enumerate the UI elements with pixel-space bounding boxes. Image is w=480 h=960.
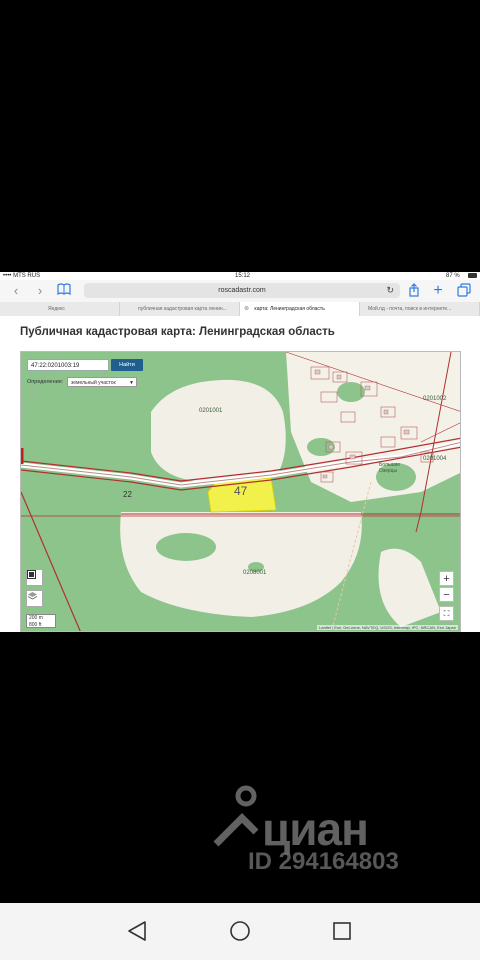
page-title: Публичная кадастровая карта: Ленинградск… [20, 326, 335, 338]
status-bar: •••• MTS RUS 15:12 87 % [0, 272, 480, 280]
zoom-out-button[interactable]: − [439, 587, 454, 602]
tab-label: публичная кадастровая карта ленин... [138, 306, 227, 312]
search-button[interactable]: Найти [111, 359, 143, 371]
new-tab-icon[interactable]: + [430, 283, 446, 299]
battery-text: 87 % [446, 273, 460, 279]
cadastral-map[interactable]: 0201001 0201002 0201004 0208001 22 Больш… [20, 351, 461, 632]
tabs-icon[interactable] [456, 283, 472, 299]
address-bar[interactable]: roscadastr.com ↻ [84, 283, 400, 298]
quarter-label: 0201002 [423, 396, 447, 402]
url-text: roscadastr.com [218, 287, 266, 294]
back-triangle-icon[interactable] [124, 917, 152, 945]
tab-yandex[interactable]: Яндекс [0, 302, 120, 316]
close-tab-icon[interactable]: ⊗ [244, 306, 249, 312]
bookmarks-icon[interactable] [56, 283, 72, 299]
android-navigation-bar [0, 903, 480, 960]
village-label: Большие Озерцы [379, 462, 401, 474]
zoom-in-button[interactable]: + [439, 571, 454, 586]
define-select-value: земельный участок [71, 380, 116, 386]
define-label: Определение: [27, 379, 64, 385]
quarter-label: 0208001 [243, 570, 267, 576]
browser-toolbar: ‹ › roscadastr.com ↻ + [0, 280, 480, 303]
chevron-down-icon: ▼ [129, 380, 134, 386]
scale-top-text: 200 m [29, 615, 43, 621]
tab-mail[interactable]: Мой.пд - почта, поиск в интернете... [360, 302, 480, 316]
back-icon[interactable]: ‹ [8, 283, 24, 299]
web-page: Публичная кадастровая карта: Ленинградск… [0, 316, 480, 632]
scale-bar: 200 m 800 ft [26, 614, 56, 628]
cadastral-search-input[interactable]: 47:22:0201003:19 [27, 359, 109, 371]
reload-icon[interactable]: ↻ [386, 283, 394, 298]
recents-square-icon[interactable] [328, 917, 356, 945]
watermark-id: ID 294164803 [248, 848, 399, 875]
battery-icon [468, 273, 477, 278]
share-icon[interactable] [406, 283, 422, 299]
quarter-label: 0201004 [423, 456, 447, 462]
tab-label: Яндекс [48, 306, 65, 312]
tab-label: Мой.пд - почта, поиск в интернете... [368, 306, 452, 312]
region-label: 22 [123, 490, 132, 499]
tab-cadastral-map[interactable]: ⊗ карта: Ленинградская область [240, 302, 360, 316]
define-select[interactable]: земельный участок ▼ [67, 377, 137, 387]
quarter-label: 0201001 [199, 408, 223, 414]
tab-bar: Яндекс публичная кадастровая карта ленин… [0, 302, 480, 317]
tab-cadastral-search[interactable]: публичная кадастровая карта ленин... [120, 302, 240, 316]
cian-watermark: циан ID 294164803 [212, 782, 442, 882]
home-circle-icon[interactable] [226, 917, 254, 945]
layers-icon[interactable] [26, 590, 43, 607]
carrier-text: •••• MTS RUS [3, 273, 41, 279]
location-pin-icon [213, 785, 259, 847]
forward-icon[interactable]: › [32, 283, 48, 299]
parcel-label: 47 [234, 484, 248, 498]
fullscreen-icon[interactable]: ⛶ [439, 606, 454, 621]
map-attribution[interactable]: Leaflet | Esri, DeLorme, NAVTEQ, USGS, I… [316, 625, 458, 630]
scale-bottom-text: 800 ft [29, 622, 42, 628]
clock-text: 15:12 [235, 273, 251, 279]
tab-label: карта: Ленинградская область [254, 306, 325, 312]
select-area-icon[interactable] [26, 569, 43, 586]
